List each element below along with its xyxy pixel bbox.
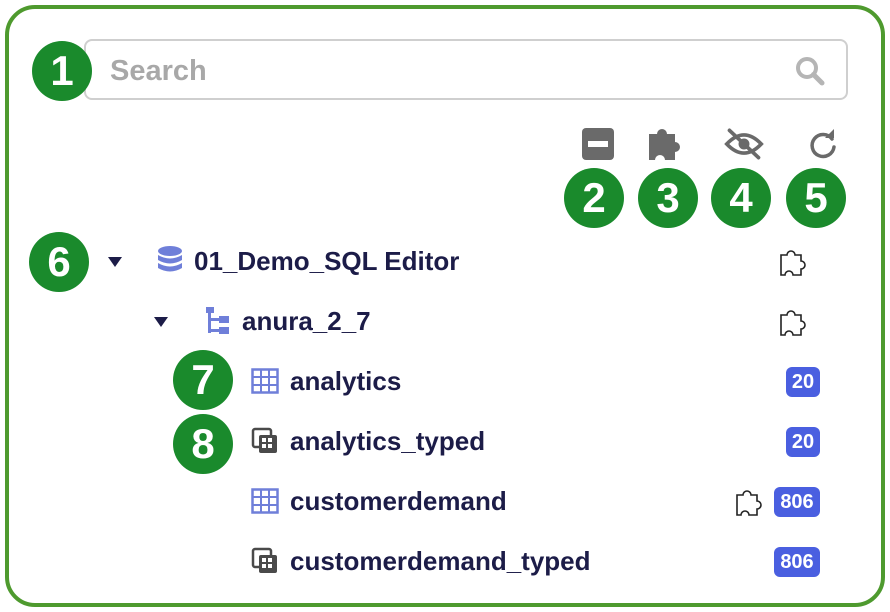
callout-4: 4 bbox=[711, 168, 771, 228]
search-input[interactable] bbox=[108, 51, 772, 91]
row-count-badge: 806 bbox=[774, 487, 820, 517]
table-icon bbox=[251, 488, 279, 514]
callout-2: 2 bbox=[564, 168, 624, 228]
tree-item-table[interactable]: customerdemand bbox=[251, 481, 507, 521]
tree-item-label: customerdemand_typed bbox=[290, 545, 591, 576]
callout-8: 8 bbox=[173, 414, 233, 474]
row-count-badge: 20 bbox=[786, 367, 820, 397]
search-icon[interactable] bbox=[794, 55, 826, 87]
tree-item-database[interactable]: 01_Demo_SQL Editor bbox=[156, 241, 459, 281]
table-icon bbox=[251, 368, 279, 394]
collapse-all-button[interactable] bbox=[578, 124, 618, 164]
tree-item-label: anura_2_7 bbox=[242, 305, 371, 336]
callout-6: 6 bbox=[29, 232, 89, 292]
callout-3: 3 bbox=[638, 168, 698, 228]
search-bar bbox=[84, 39, 848, 100]
tree-item-label: analytics_typed bbox=[290, 425, 486, 456]
typed-table-icon bbox=[251, 427, 277, 453]
plugin-outline-icon[interactable] bbox=[734, 486, 766, 518]
callout-7: 7 bbox=[173, 350, 233, 410]
database-icon bbox=[158, 246, 182, 272]
row-count-badge: 806 bbox=[774, 547, 820, 577]
typed-table-icon bbox=[251, 547, 277, 573]
tree-item-table[interactable]: analytics_typed bbox=[251, 421, 485, 461]
toggle-visibility-button[interactable] bbox=[724, 124, 764, 164]
plugin-outline-icon[interactable] bbox=[778, 306, 810, 338]
tree-item-table[interactable]: customerdemand_typed bbox=[251, 541, 591, 581]
eye-off-icon bbox=[724, 128, 764, 160]
schema-icon bbox=[206, 307, 229, 334]
tree-item-label: 01_Demo_SQL Editor bbox=[194, 245, 460, 276]
refresh-icon bbox=[810, 129, 836, 159]
row-count-badge: 20 bbox=[786, 427, 820, 457]
refresh-button[interactable] bbox=[803, 124, 843, 164]
tree-item-schema[interactable]: anura_2_7 bbox=[204, 301, 371, 341]
callout-5: 5 bbox=[786, 168, 846, 228]
callout-1: 1 bbox=[32, 41, 92, 101]
caret-down-icon[interactable] bbox=[106, 253, 124, 271]
plugin-button[interactable] bbox=[645, 122, 685, 162]
tree-item-table[interactable]: analytics bbox=[251, 361, 401, 401]
collapse-all-icon bbox=[582, 128, 614, 160]
plugin-outline-icon[interactable] bbox=[778, 246, 810, 278]
tree-item-label: customerdemand bbox=[290, 485, 507, 516]
tree-item-label: analytics bbox=[290, 365, 402, 396]
caret-down-icon[interactable] bbox=[152, 313, 170, 331]
plugin-icon bbox=[649, 129, 680, 160]
